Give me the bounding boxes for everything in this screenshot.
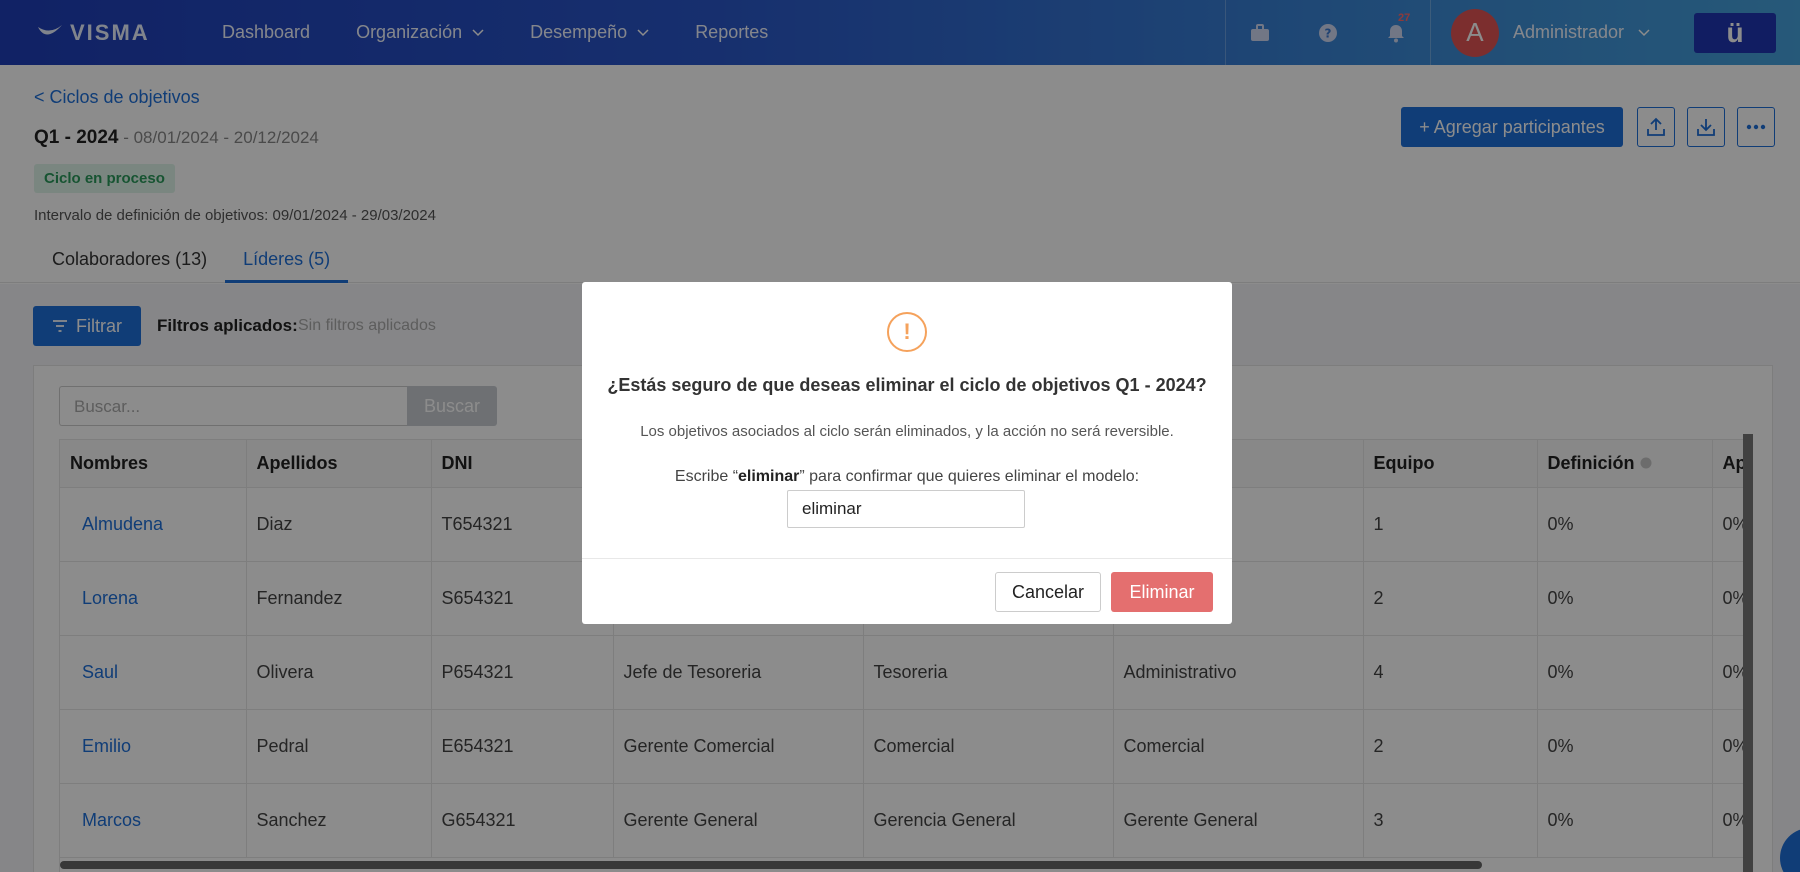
dialog-prompt: Escribe “eliminar” para confirmar que qu… (582, 468, 1232, 486)
warning-icon: ! (887, 312, 927, 352)
prompt-before: Escribe “ (674, 468, 739, 485)
cancel-button[interactable]: Cancelar (995, 572, 1101, 612)
prompt-keyword: eliminar (738, 468, 800, 485)
dialog-description: Los objetivos asociados al ciclo serán e… (640, 423, 1174, 440)
dialog-title: ¿Estás seguro de que deseas eliminar el … (607, 375, 1207, 395)
delete-button[interactable]: Eliminar (1111, 572, 1213, 612)
dialog-footer-divider (582, 558, 1232, 559)
delete-confirm-dialog: ! ¿Estás seguro de que deseas eliminar e… (582, 282, 1232, 624)
confirm-text-input[interactable] (787, 490, 1025, 528)
prompt-after: ” para confirmar que quieres eliminar el… (799, 468, 1140, 485)
